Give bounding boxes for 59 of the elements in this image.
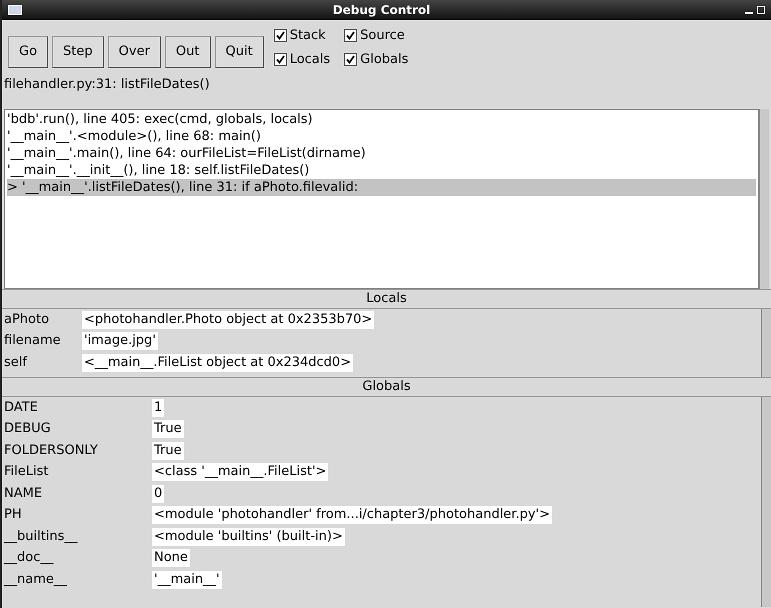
status-text: filehandler.py:31: listFileDates()	[3, 76, 211, 94]
toolbar-button[interactable]: Quit	[214, 36, 264, 68]
stack-frame[interactable]: '__main__'.__init__(), line 18: self.listFileDates()	[7, 162, 756, 179]
checkbox-label: Stack	[290, 27, 326, 45]
variable-name: __name__	[4, 570, 68, 589]
variable-name: DEBUG	[4, 420, 52, 438]
checkbox[interactable]: Globals	[344, 50, 408, 69]
checkbox[interactable]: Locals	[274, 50, 330, 69]
stack-frame[interactable]: 'bdb'.run(), line 405: exec(cmd, globals, locals)	[7, 111, 756, 128]
variable-value: 0	[152, 484, 164, 503]
variable-value: 1	[152, 398, 164, 417]
section-header: Globals	[2, 377, 771, 397]
variable-value: <__main__.FileList object at 0x234dcd0>	[82, 354, 354, 372]
variable-value: 'image.jpg'	[82, 332, 158, 350]
checkbox[interactable]: Stack	[274, 26, 330, 46]
variable-value: True	[152, 420, 184, 438]
checkbox-box[interactable]	[344, 52, 358, 66]
checkbox-label: Locals	[290, 50, 330, 68]
stack-frame[interactable]: > '__main__'.listFileDates(), line 31: if aPhoto.filevalid:	[7, 179, 756, 196]
check-icon	[276, 54, 285, 64]
check-icon	[346, 54, 356, 64]
toolbar-button[interactable]: Step	[52, 36, 104, 68]
toolbar-button[interactable]: Over	[108, 36, 161, 68]
scrollbar[interactable]	[759, 109, 769, 289]
variable-value: <photohandler.Photo object at 0x2353b70>	[82, 310, 374, 329]
variable-value: None	[152, 549, 190, 568]
variable-name: __doc__	[4, 549, 54, 568]
checkbox-box[interactable]	[274, 29, 287, 42]
section-header: Locals	[2, 289, 771, 309]
checkbox[interactable]: Source	[344, 26, 408, 46]
variable-value: <module 'builtins' (built-in)>	[152, 528, 345, 546]
toolbar-button[interactable]: Go	[8, 36, 48, 68]
check-icon	[276, 31, 285, 40]
variable-name: __builtins__	[4, 528, 78, 546]
variable-name: NAME	[4, 484, 44, 503]
maximize-icon[interactable]	[757, 4, 765, 16]
toolbar-button[interactable]: Out	[164, 36, 210, 68]
window-title: Debug Control	[332, 2, 432, 19]
variable-name: DATE	[4, 398, 39, 417]
variable-name: FileList	[4, 463, 50, 482]
variable-name: self	[4, 354, 28, 372]
variable-name: FOLDERSONLY	[4, 442, 99, 460]
checkbox-label: Globals	[360, 50, 408, 68]
checkbox-label: Source	[360, 27, 405, 45]
variable-value: <class '__main__.FileList'>	[152, 463, 328, 482]
scrollbar[interactable]	[761, 309, 771, 377]
variable-value: True	[152, 442, 184, 460]
variable-value: <module 'photohandler' from...i/chapter3/photohandler.py'>	[152, 506, 552, 524]
scrollbar[interactable]	[761, 397, 771, 607]
check-icon	[346, 31, 356, 40]
variable-name: PH	[4, 506, 23, 524]
checkbox-box[interactable]	[344, 29, 358, 42]
variable-name: filename	[4, 332, 62, 350]
checkbox-box[interactable]	[274, 52, 287, 66]
stack-frame[interactable]: '__main__'.<module>(), line 68: main()	[7, 128, 756, 145]
window-icon	[8, 5, 22, 15]
variable-value: '__main__'	[152, 570, 222, 589]
stack-frame[interactable]: '__main__'.main(), line 64: ourFileList=FileList(dirname)	[7, 145, 756, 162]
variable-name: aPhoto	[4, 310, 50, 329]
